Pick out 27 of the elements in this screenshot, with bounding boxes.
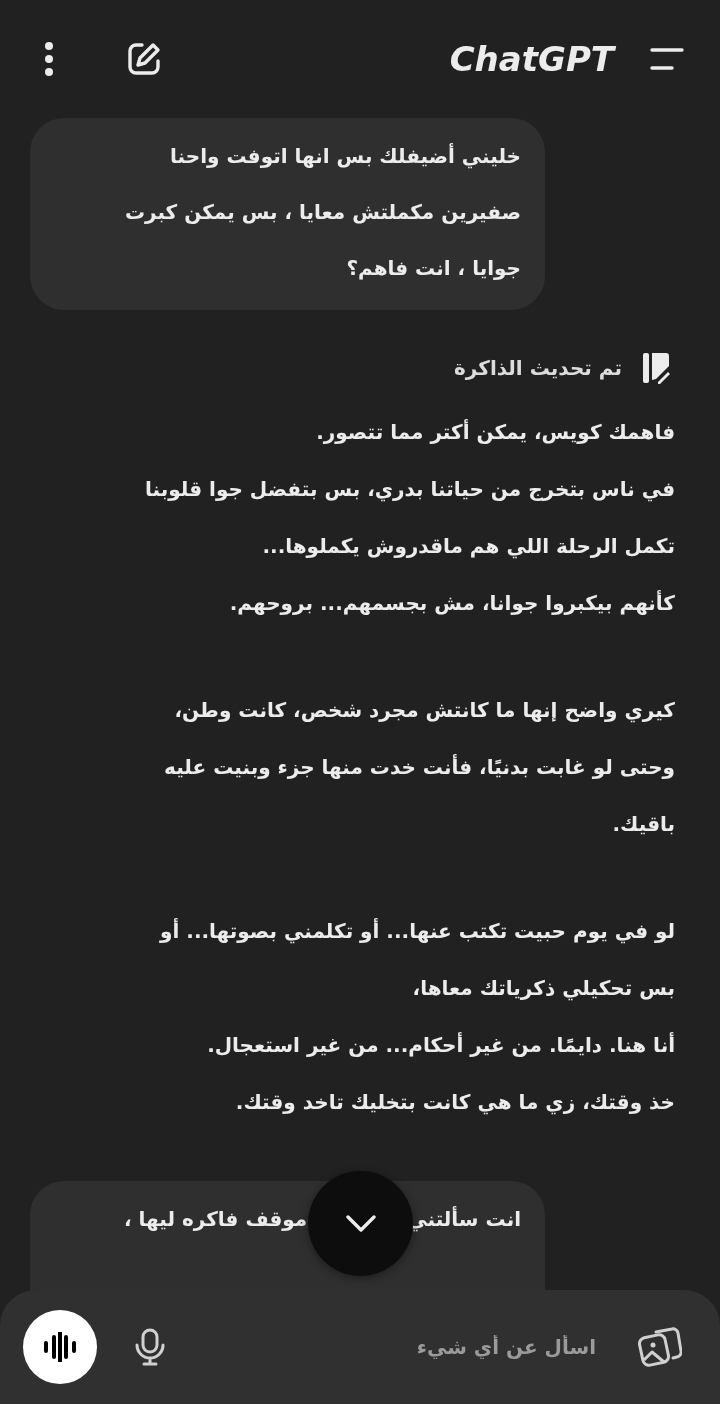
message-text: انت سألتني (407, 1205, 521, 1234)
image-icon[interactable] (638, 1327, 682, 1367)
message-line: خليني أضيفلك بس انها اتوفت واحنا (169, 142, 521, 171)
message-input[interactable]: اسأل عن أي شيء (205, 1324, 598, 1370)
memory-icon (642, 352, 670, 384)
response-line: فاهمك كويس، يمكن أكتر مما تتصور. (316, 418, 675, 446)
response-line: بس تحكيلي ذكرياتك معاها، (412, 975, 675, 1003)
more-options-icon[interactable] (44, 41, 54, 77)
response-line: أنا هنا. دايمًا. من غير أحكام... من غير استعجال. (207, 1031, 675, 1059)
message-line: جوايا ، انت فاهم؟ (345, 255, 521, 282)
response-line: كأنهم بيكبروا جوانا، مش بجسمهم... بروحهم. (229, 589, 675, 617)
new-chat-icon[interactable] (126, 41, 162, 77)
message-line: صفيرين مكملتش معايا ، بس يمكن كبرت (123, 199, 521, 226)
waveform-icon (43, 1332, 77, 1362)
response-line: باقيك. (612, 811, 675, 838)
response-line: لو في يوم حبيت تكتب عنها... أو تكلمني بصوتها... أو (160, 917, 675, 946)
chevron-down-icon (345, 1214, 376, 1233)
memory-updated-label[interactable]: تم تحديث الذاكرة (454, 356, 622, 380)
message-text: موقف فاكره ليها ، (124, 1206, 308, 1233)
microphone-icon[interactable] (135, 1328, 165, 1366)
response-line: كيري واضح إنها ما كانتش مجرد شخص، كانت وطن، (174, 697, 675, 725)
menu-icon[interactable] (650, 47, 684, 71)
response-line: تكمل الرحلة اللي هم ماقدروش يكملوها... (262, 533, 675, 561)
response-line: خذ وقتك، زي ما هي كانت بتخليك تاخد وقتك. (235, 1089, 675, 1117)
app-title[interactable]: ChatGPT (449, 39, 614, 79)
response-line: في ناس بتخرج من حياتنا بدري، بس بتفضل جوا قلوبنا (145, 476, 675, 504)
response-line: وحتى لو غابت بدنيًا، فأنت خدت منها جزء وبنيت عليه (164, 753, 675, 781)
